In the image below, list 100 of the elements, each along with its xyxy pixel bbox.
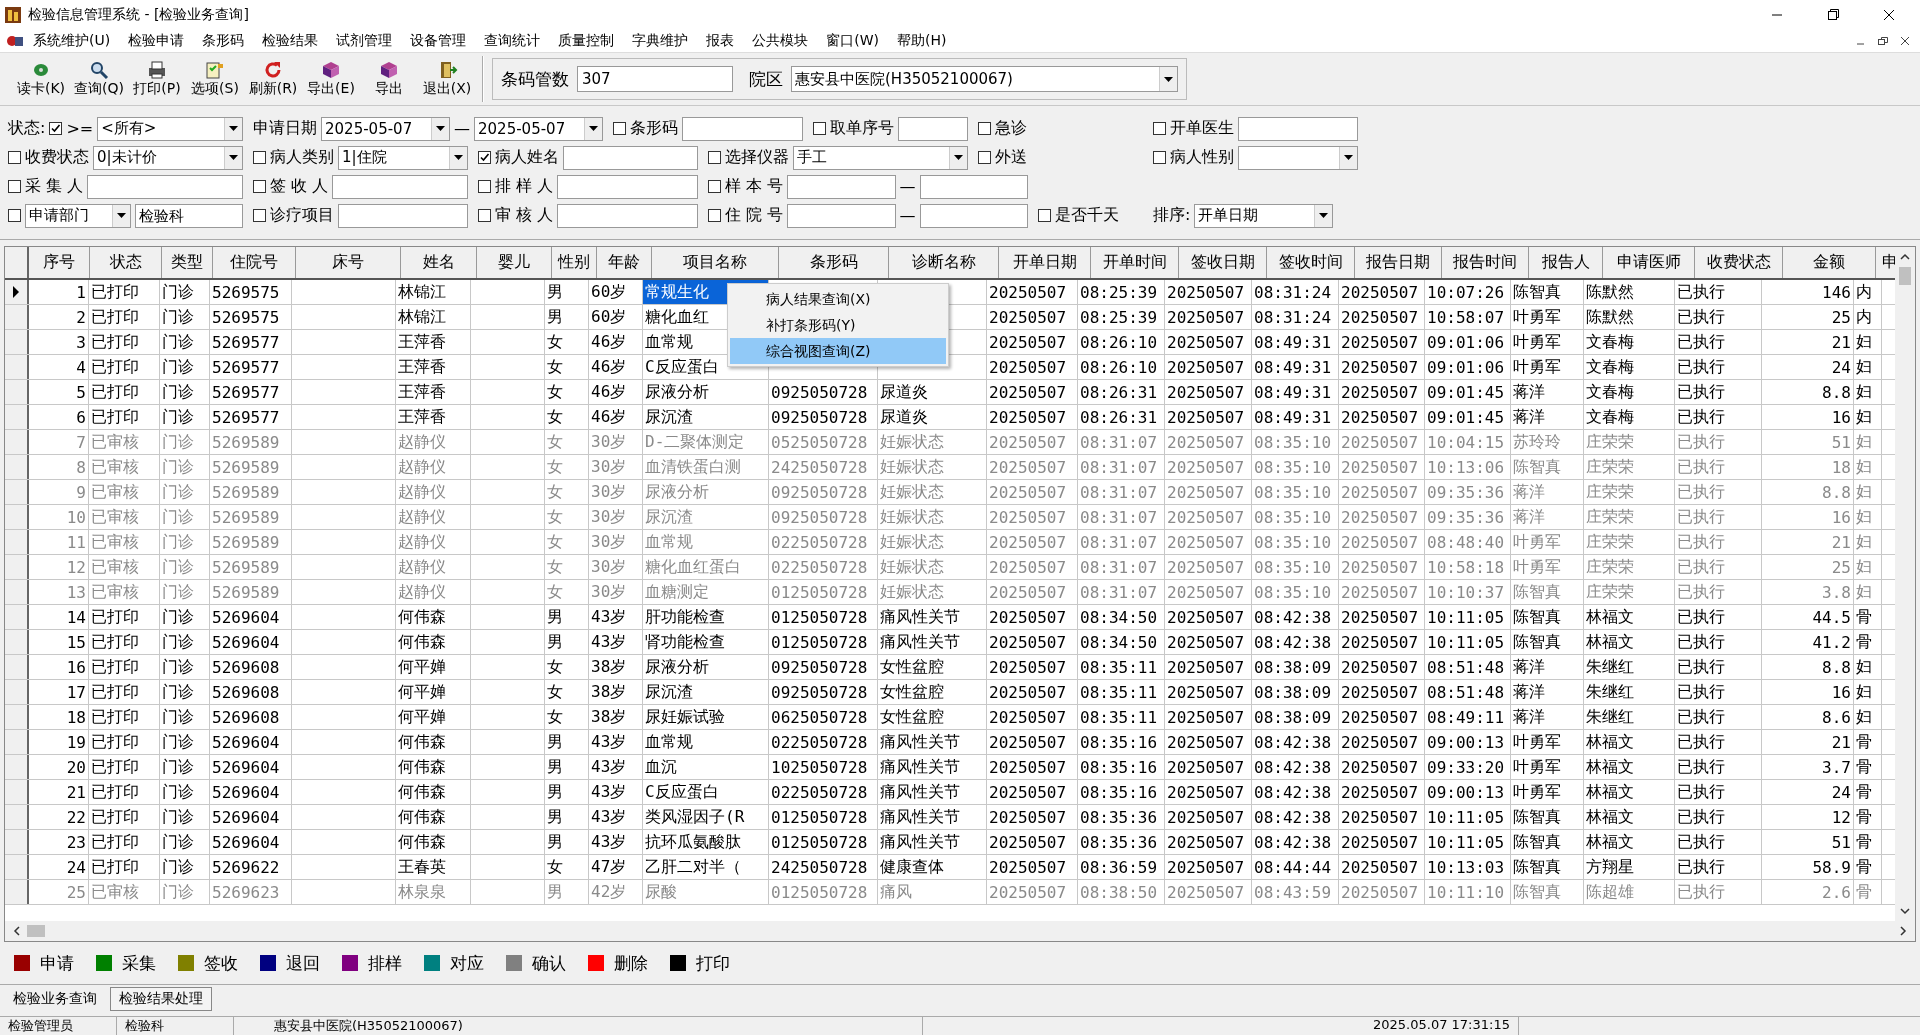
input-field[interactable] — [87, 174, 243, 199]
scroll-left-icon[interactable] — [13, 925, 21, 937]
table-row[interactable]: 17 已打印 门诊 5269608 何平婵 女 38岁 尿沉渣 0925050728 女性盆腔 20250507 08:35:11 20250507 08:38:09 20250507 08:51:48 蒋洋 朱继红 已执行 16 妇 — [5, 680, 1895, 705]
toolbar-button[interactable]: 读卡(K) — [12, 56, 70, 102]
table-row[interactable]: 24 已打印 门诊 5269622 王春英 女 47岁 乙肝二对半（ 2425050728 健康查体 20250507 08:36:59 20250507 08:44:44 20250507 10:13:03 陈智真 方翔星 已执行 58.9 骨 — [5, 855, 1895, 880]
checkbox[interactable] — [813, 122, 826, 135]
menu-item[interactable]: 帮助(H) — [887, 32, 956, 50]
table-row[interactable]: 21 已打印 门诊 5269604 何伟森 男 43岁 C反应蛋白 0225050728 痛风性关节 20250507 08:35:16 20250507 08:42:38 20250507 09:00:13 叶勇军 林福文 已执行 24 骨 — [5, 780, 1895, 805]
column-header[interactable]: 住院号 — [213, 247, 296, 278]
table-row[interactable]: 19 已打印 门诊 5269604 何伟森 男 43岁 血常规 0225050728 痛风性关节 20250507 08:35:16 20250507 08:42:38 20250507 09:00:13 叶勇军 林福文 已执行 21 骨 — [5, 730, 1895, 755]
table-row[interactable]: 22 已打印 门诊 5269604 何伟森 男 43岁 类风湿因子(R 0125050728 痛风性关节 20250507 08:35:36 20250507 08:42:38 20250507 10:11:05 陈智真 林福文 已执行 12 骨 — [5, 805, 1895, 830]
checkbox[interactable] — [708, 151, 721, 164]
campus-dropdown[interactable]: 惠安县中医院(H35052100067) — [791, 66, 1178, 92]
table-row[interactable]: 25 已审核 门诊 5269623 林泉泉 男 42岁 尿酸 0125050728 痛风 20250507 08:38:50 20250507 08:43:59 20250507 10:11:10 陈智真 陈超雄 已执行 2.6 骨 — [5, 880, 1895, 905]
column-header[interactable]: 签收日期 — [1179, 247, 1267, 278]
input-field[interactable] — [898, 116, 968, 141]
column-header[interactable]: 姓名 — [401, 247, 477, 278]
dropdown[interactable]: <所有> — [97, 116, 243, 141]
menu-item[interactable]: 字典维护 — [623, 32, 698, 50]
table-row[interactable]: 16 已打印 门诊 5269608 何平婵 女 38岁 尿液分析 0925050728 女性盆腔 20250507 08:35:11 20250507 08:38:09 20250507 08:51:48 蒋洋 朱继红 已执行 8.8 妇 — [5, 655, 1895, 680]
toolbar-button[interactable]: 导出(E) — [302, 56, 360, 102]
checkbox[interactable] — [478, 209, 491, 222]
menu-item[interactable]: 报表 — [697, 32, 744, 50]
table-row[interactable]: 15 已打印 门诊 5269604 何伟森 男 43岁 肾功能检查 0125050728 痛风性关节 20250507 08:34:50 20250507 08:42:38 20250507 10:11:05 陈智真 林福文 已执行 41.2 骨 — [5, 630, 1895, 655]
menu-item[interactable]: 系统维护(U) — [24, 32, 120, 50]
dropdown[interactable]: 手工 — [793, 145, 968, 170]
menu-item[interactable]: 设备管理 — [401, 32, 476, 50]
table-row[interactable]: 11 已审核 门诊 5269589 赵静仪 女 30岁 血常规 0225050728 妊娠状态 20250507 08:31:07 20250507 08:35:10 20250507 08:48:40 叶勇军 庄荣荣 已执行 21 妇 — [5, 530, 1895, 555]
column-header[interactable]: 金额 — [1783, 247, 1876, 278]
menu-item[interactable]: 检验结果 — [253, 32, 328, 50]
checkbox[interactable] — [1153, 151, 1166, 164]
checkbox[interactable] — [708, 180, 721, 193]
row-header[interactable] — [5, 280, 29, 304]
input-field[interactable] — [332, 174, 468, 199]
table-row[interactable]: 6 已打印 门诊 5269577 王萍香 女 46岁 尿沉渣 0925050728 尿道炎 20250507 08:26:31 20250507 08:49:31 20250507 09:01:45 蒋洋 文春梅 已执行 16 妇 — [5, 405, 1895, 430]
input-field[interactable] — [787, 174, 896, 199]
table-row[interactable]: 8 已审核 门诊 5269589 赵静仪 女 30岁 血清铁蛋白测 2425050728 妊娠状态 20250507 08:31:07 20250507 08:35:10 20250507 10:13:06 陈智真 庄荣荣 已执行 18 妇 — [5, 455, 1895, 480]
context-menu-item[interactable]: 综合视图查询(Z) — [730, 338, 946, 364]
checkbox[interactable] — [613, 122, 626, 135]
column-header[interactable]: 婴儿 — [477, 247, 552, 278]
table-row[interactable]: 18 已打印 门诊 5269608 何平婵 女 38岁 尿妊娠试验 0625050728 女性盆腔 20250507 08:35:11 20250507 08:38:09 20250507 08:49:11 蒋洋 朱继红 已执行 8.6 妇 — [5, 705, 1895, 730]
toolbar-button[interactable]: 打印(P) — [128, 56, 186, 102]
column-header[interactable]: 床号 — [296, 247, 401, 278]
checkbox[interactable] — [253, 151, 266, 164]
column-header[interactable]: 状态 — [90, 247, 162, 278]
vertical-scrollbar[interactable] — [1895, 247, 1915, 921]
toolbar-button[interactable]: 查询(Q) — [70, 56, 128, 102]
input-field[interactable]: 检验科 — [134, 203, 243, 228]
column-header[interactable]: 签收时间 — [1267, 247, 1355, 278]
menu-item[interactable]: 检验申请 — [119, 32, 194, 50]
dropdown[interactable] — [1238, 145, 1358, 170]
table-row[interactable]: 10 已审核 门诊 5269589 赵静仪 女 30岁 尿沉渣 0925050728 妊娠状态 20250507 08:31:07 20250507 08:35:10 20250507 09:35:36 蒋洋 庄荣荣 已执行 16 妇 — [5, 505, 1895, 530]
menu-item[interactable]: 窗口(W) — [817, 32, 888, 50]
scrollbar-thumb[interactable] — [27, 925, 45, 937]
checkbox[interactable] — [1153, 122, 1166, 135]
horizontal-scrollbar[interactable] — [5, 921, 1915, 941]
table-row[interactable]: 9 已审核 门诊 5269589 赵静仪 女 30岁 尿液分析 0925050728 妊娠状态 20250507 08:31:07 20250507 08:35:10 20250507 09:35:36 蒋洋 庄荣荣 已执行 8.8 妇 — [5, 480, 1895, 505]
checkbox[interactable] — [1038, 209, 1051, 222]
menu-item[interactable]: 质量控制 — [549, 32, 624, 50]
table-row[interactable]: 23 已打印 门诊 5269604 何伟森 男 43岁 抗环瓜氨酸肽 0125050728 痛风性关节 20250507 08:35:36 20250507 08:42:38 20250507 10:11:05 陈智真 林福文 已执行 51 骨 — [5, 830, 1895, 855]
table-row[interactable]: 7 已审核 门诊 5269589 赵静仪 女 30岁 D-二聚体测定 0525050728 妊娠状态 20250507 08:31:07 20250507 08:35:10 20250507 10:04:15 苏玲玲 庄荣荣 已执行 51 妇 — [5, 430, 1895, 455]
input-field[interactable] — [919, 203, 1028, 228]
column-header[interactable]: 序号 — [29, 247, 90, 278]
checkbox[interactable] — [8, 151, 21, 164]
toolbar-button[interactable]: 退出(X) — [418, 56, 476, 102]
scroll-right-icon[interactable] — [1899, 925, 1907, 937]
tube-count-field[interactable]: 307 — [577, 66, 733, 92]
toolbar-button[interactable]: 选项(S) — [186, 56, 244, 102]
window-tab[interactable]: 检验业务查询 — [4, 987, 106, 1011]
dropdown[interactable]: 1|住院 — [338, 145, 468, 170]
menu-item[interactable]: 公共模块 — [743, 32, 818, 50]
toolbar-button[interactable]: 刷新(R) — [244, 56, 302, 102]
input-field[interactable] — [557, 174, 698, 199]
dropdown[interactable]: 0|未计价 — [93, 145, 243, 170]
input-field[interactable] — [787, 203, 896, 228]
checkbox[interactable] — [708, 209, 721, 222]
checkbox[interactable] — [253, 209, 266, 222]
column-header[interactable]: 报告时间 — [1442, 247, 1529, 278]
input-field[interactable] — [1238, 116, 1358, 141]
input-field[interactable] — [563, 145, 698, 170]
table-row[interactable]: 5 已打印 门诊 5269577 王萍香 女 46岁 尿液分析 0925050728 尿道炎 20250507 08:26:31 20250507 08:49:31 20250507 09:01:45 蒋洋 文春梅 已执行 8.8 妇 — [5, 380, 1895, 405]
checkbox[interactable] — [478, 151, 491, 164]
checkbox[interactable] — [8, 209, 21, 222]
column-header[interactable]: 年龄 — [597, 247, 652, 278]
column-header[interactable]: 收费状态 — [1695, 247, 1783, 278]
checkbox[interactable] — [978, 122, 991, 135]
table-row[interactable]: 14 已打印 门诊 5269604 何伟森 男 43岁 肝功能检查 0125050728 痛风性关节 20250507 08:34:50 20250507 08:42:38 20250507 10:11:05 陈智真 林福文 已执行 44.5 骨 — [5, 605, 1895, 630]
column-header[interactable]: 开单日期 — [999, 247, 1091, 278]
table-row[interactable]: 12 已审核 门诊 5269589 赵静仪 女 30岁 糖化血红蛋白 0225050728 妊娠状态 20250507 08:31:07 20250507 08:35:10 20250507 10:58:18 叶勇军 庄荣荣 已执行 25 妇 — [5, 555, 1895, 580]
column-header[interactable]: 性别 — [552, 247, 597, 278]
column-header[interactable]: 开单时间 — [1091, 247, 1179, 278]
column-header[interactable]: 类型 — [162, 247, 213, 278]
menu-item[interactable]: 查询统计 — [475, 32, 550, 50]
menu-item[interactable]: 条形码 — [193, 32, 254, 50]
toolbar-button[interactable]: 导出 — [360, 56, 418, 102]
input-field[interactable] — [557, 203, 698, 228]
dropdown[interactable]: 2025-05-07 — [474, 116, 603, 141]
column-header[interactable]: 报告日期 — [1355, 247, 1442, 278]
checkbox[interactable] — [978, 151, 991, 164]
table-row[interactable]: 13 已审核 门诊 5269589 赵静仪 女 30岁 血糖测定 0125050728 妊娠状态 20250507 08:31:07 20250507 08:35:10 20250507 10:10:37 陈智真 庄荣荣 已执行 3.8 妇 — [5, 580, 1895, 605]
